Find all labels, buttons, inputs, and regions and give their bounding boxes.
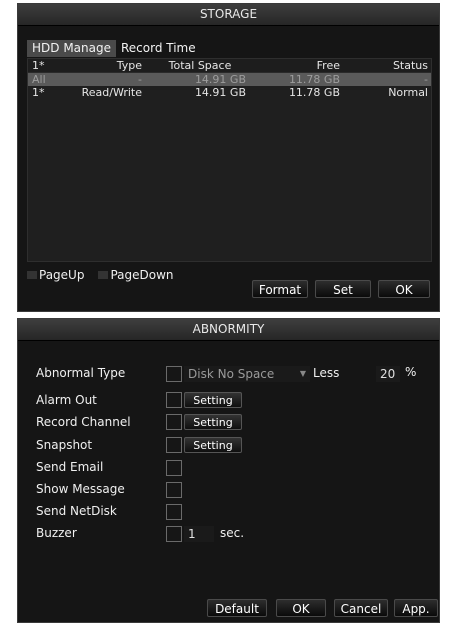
buzzer-label: Buzzer — [36, 526, 77, 540]
cell-free: 11.78 GB — [288, 73, 340, 86]
abnormal-type-checkbox[interactable] — [166, 366, 182, 382]
chevron-down-icon: ▼ — [299, 369, 306, 378]
col-disk[interactable]: 1* — [32, 59, 45, 72]
set-button[interactable]: Set — [315, 280, 371, 298]
record-channel-checkbox[interactable] — [166, 414, 182, 430]
page-up-label: PageUp — [39, 268, 85, 282]
alarm-out-label: Alarm Out — [36, 393, 97, 407]
cell-total: 14.91 GB — [194, 86, 246, 99]
format-button[interactable]: Format — [252, 280, 308, 298]
cell-type: - — [138, 73, 142, 86]
abnormity-window: ABNORMITY Abnormal Type Disk No Space ▼ … — [17, 318, 440, 623]
alarm-out-checkbox[interactable] — [166, 392, 182, 408]
storage-tabs: HDD Manage Record Time — [27, 40, 201, 57]
table-header: 1* Type Total Space Free Status — [28, 59, 431, 73]
page-down-button[interactable]: PageDown — [98, 268, 174, 282]
pager: PageUp PageDown — [27, 268, 182, 282]
abnormal-type-value: Disk No Space — [188, 367, 275, 381]
table-row[interactable]: 1* Read/Write 14.91 GB 11.78 GB Normal — [28, 86, 431, 99]
page-down-icon — [98, 271, 109, 279]
show-message-label: Show Message — [36, 482, 125, 496]
buzzer-checkbox[interactable] — [166, 526, 182, 542]
less-value-input[interactable]: 20 — [376, 366, 400, 382]
cell-total: 14.91 GB — [194, 73, 246, 86]
send-netdisk-label: Send NetDisk — [36, 504, 117, 518]
page-down-label: PageDown — [110, 268, 174, 282]
cell-status: - — [424, 73, 428, 86]
record-channel-setting-button[interactable]: Setting — [184, 414, 242, 430]
tab-record-time[interactable]: Record Time — [116, 40, 201, 57]
cell-free: 11.78 GB — [288, 86, 340, 99]
snapshot-setting-button[interactable]: Setting — [184, 437, 242, 453]
col-type: Type — [116, 59, 142, 72]
alarm-out-setting-button[interactable]: Setting — [184, 392, 242, 408]
cancel-button[interactable]: Cancel — [334, 599, 388, 617]
table-row[interactable]: All - 14.91 GB 11.78 GB - — [28, 73, 431, 86]
cell-type: Read/Write — [81, 86, 142, 99]
default-button[interactable]: Default — [207, 599, 267, 617]
abnormal-type-label: Abnormal Type — [36, 366, 126, 380]
buzzer-unit-label: sec. — [220, 526, 245, 540]
storage-window: STORAGE HDD Manage Record Time 1* Type T… — [17, 3, 440, 312]
send-netdisk-checkbox[interactable] — [166, 504, 182, 520]
record-channel-label: Record Channel — [36, 415, 131, 429]
cell-status: Normal — [388, 86, 428, 99]
send-email-label: Send Email — [36, 460, 104, 474]
snapshot-label: Snapshot — [36, 438, 93, 452]
hdd-table: 1* Type Total Space Free Status All - 14… — [27, 58, 432, 262]
apply-button[interactable]: App. — [394, 599, 438, 617]
storage-title: STORAGE — [18, 4, 439, 26]
col-free: Free — [316, 59, 340, 72]
cell-disk: All — [32, 73, 46, 86]
percent-label: % — [405, 365, 417, 379]
abnormity-title: ABNORMITY — [18, 319, 439, 341]
ok-button[interactable]: OK — [378, 280, 430, 298]
buzzer-seconds-input[interactable]: 1 — [184, 526, 214, 542]
send-email-checkbox[interactable] — [166, 460, 182, 476]
snapshot-checkbox[interactable] — [166, 437, 182, 453]
col-total-space: Total Space — [168, 59, 232, 72]
abnormal-type-select[interactable]: Disk No Space ▼ — [184, 366, 310, 382]
page-up-icon — [27, 271, 37, 279]
col-status: Status — [392, 59, 428, 72]
show-message-checkbox[interactable] — [166, 482, 182, 498]
cell-disk: 1* — [32, 86, 45, 99]
tab-hdd-manage[interactable]: HDD Manage — [27, 40, 116, 57]
ok-button[interactable]: OK — [276, 599, 326, 617]
page-up-button[interactable]: PageUp — [27, 268, 84, 282]
less-label: Less — [313, 366, 340, 380]
